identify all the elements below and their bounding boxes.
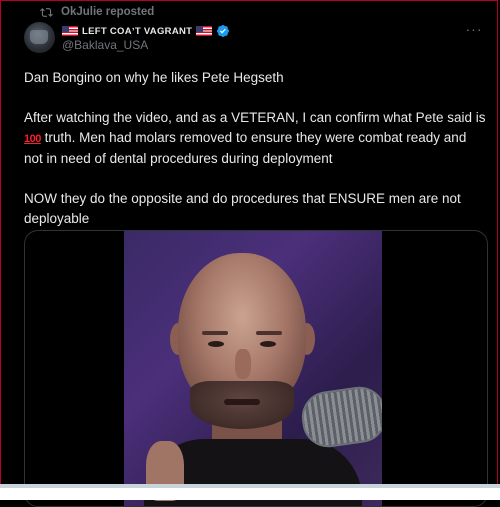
- author-display-name[interactable]: LEFT COAʼT VAGRANT: [82, 26, 192, 37]
- microphone-icon: [298, 383, 382, 451]
- person-eye: [260, 341, 276, 347]
- video-frame[interactable]: [124, 231, 382, 506]
- verified-badge-icon: [217, 25, 230, 37]
- post-paragraph: After watching the video, and as a VETER…: [24, 108, 486, 169]
- hundred-points-emoji: 100: [24, 133, 41, 145]
- us-flag-icon: [62, 26, 78, 36]
- repost-indicator[interactable]: OkJulie reposted: [40, 5, 154, 19]
- more-options-button[interactable]: ···: [465, 22, 483, 36]
- us-flag-icon: [196, 26, 213, 36]
- person-beard: [190, 381, 294, 429]
- post-text: Dan Bongino on why he likes Pete Hegseth…: [24, 68, 486, 229]
- window-bottom-edge: [0, 484, 500, 500]
- avatar[interactable]: [24, 22, 55, 53]
- person-brow: [202, 331, 228, 335]
- repost-icon: [40, 7, 53, 17]
- post-paragraph: Dan Bongino on why he likes Pete Hegseth: [24, 70, 284, 85]
- post-paragraph: NOW they do the opposite and do procedur…: [24, 191, 461, 226]
- person-mouth: [224, 399, 260, 405]
- person-nose: [235, 349, 251, 379]
- avatar-image: [30, 30, 48, 44]
- person-brow: [256, 331, 282, 335]
- video-media-card[interactable]: [24, 230, 488, 507]
- post-text-segment: After watching the video, and as a VETER…: [24, 110, 486, 125]
- author-handle[interactable]: @Baklava_USA: [62, 38, 148, 52]
- repost-label: OkJulie reposted: [61, 6, 155, 18]
- post-text-segment: truth. Men had molars removed to ensure …: [24, 130, 467, 166]
- person-eye: [208, 341, 224, 347]
